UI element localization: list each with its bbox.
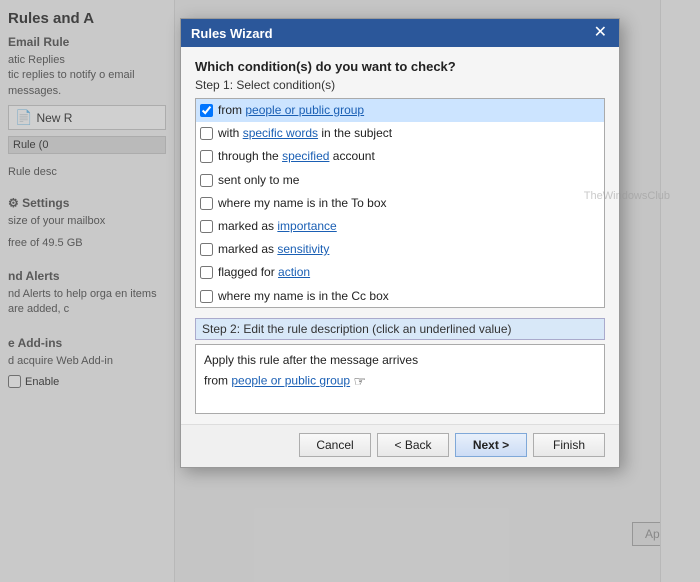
condition-link[interactable]: people or public group: [245, 103, 364, 117]
condition-link[interactable]: specific words: [243, 126, 318, 140]
condition-checkbox-4[interactable]: [200, 174, 213, 187]
condition-link[interactable]: action: [278, 265, 310, 279]
condition-link[interactable]: sensitivity: [277, 242, 329, 256]
rule-desc-from: from: [204, 374, 228, 388]
step1-label: Step 1: Select condition(s): [195, 78, 605, 92]
rules-wizard-dialog: Rules Wizard ✕ Which condition(s) do you…: [180, 18, 620, 468]
condition-checkbox-1[interactable]: [200, 104, 213, 117]
rule-desc-apply-text: Apply this rule after the message arrive…: [204, 351, 596, 370]
condition-text: marked as importance: [218, 217, 337, 236]
condition-text: where my name is in the To box: [218, 194, 387, 213]
cancel-button[interactable]: Cancel: [299, 433, 371, 457]
condition-item[interactable]: from people or public group: [196, 99, 604, 122]
rule-description-box: Apply this rule after the message arrive…: [195, 344, 605, 414]
condition-checkbox-6[interactable]: [200, 220, 213, 233]
condition-item[interactable]: marked as sensitivity: [196, 238, 604, 261]
dialog-body: Which condition(s) do you want to check?…: [181, 47, 619, 424]
cursor-icon: ☞: [353, 370, 366, 392]
condition-checkbox-2[interactable]: [200, 127, 213, 140]
condition-item[interactable]: where my name is in the Cc box: [196, 285, 604, 308]
condition-checkbox-3[interactable]: [200, 150, 213, 163]
condition-checkbox-9[interactable]: [200, 290, 213, 303]
dialog-title: Rules Wizard: [191, 26, 273, 41]
condition-checkbox-5[interactable]: [200, 197, 213, 210]
dialog-question: Which condition(s) do you want to check?: [195, 59, 605, 74]
condition-text: where my name is in the Cc box: [218, 287, 389, 306]
dialog-close-button[interactable]: ✕: [592, 25, 609, 41]
dialog-titlebar: Rules Wizard ✕: [181, 19, 619, 47]
condition-item[interactable]: marked as importance: [196, 215, 604, 238]
condition-link[interactable]: specified: [282, 149, 329, 163]
finish-button[interactable]: Finish: [533, 433, 605, 457]
condition-item[interactable]: where my name is in the To box: [196, 192, 604, 215]
dialog-footer: Cancel < Back Next > Finish: [181, 424, 619, 467]
condition-text: flagged for action: [218, 263, 310, 282]
condition-checkbox-7[interactable]: [200, 243, 213, 256]
condition-item[interactable]: through the specified account: [196, 145, 604, 168]
condition-item[interactable]: with specific words in the subject: [196, 122, 604, 145]
condition-checkbox-8[interactable]: [200, 266, 213, 279]
condition-text: marked as sensitivity: [218, 240, 329, 259]
condition-text: with specific words in the subject: [218, 124, 392, 143]
rule-desc-from-line: from people or public group ☞: [204, 370, 596, 392]
condition-text: through the specified account: [218, 147, 375, 166]
conditions-list[interactable]: from people or public group with specific…: [195, 98, 605, 308]
condition-item[interactable]: flagged for action: [196, 261, 604, 284]
condition-item[interactable]: sent only to me: [196, 169, 604, 192]
condition-text: sent only to me: [218, 171, 299, 190]
step2-label: Step 2: Edit the rule description (click…: [195, 318, 605, 340]
rule-desc-link[interactable]: people or public group: [231, 374, 350, 388]
condition-text: from people or public group: [218, 101, 364, 120]
back-button[interactable]: < Back: [377, 433, 449, 457]
next-button[interactable]: Next >: [455, 433, 527, 457]
condition-link[interactable]: importance: [277, 219, 336, 233]
